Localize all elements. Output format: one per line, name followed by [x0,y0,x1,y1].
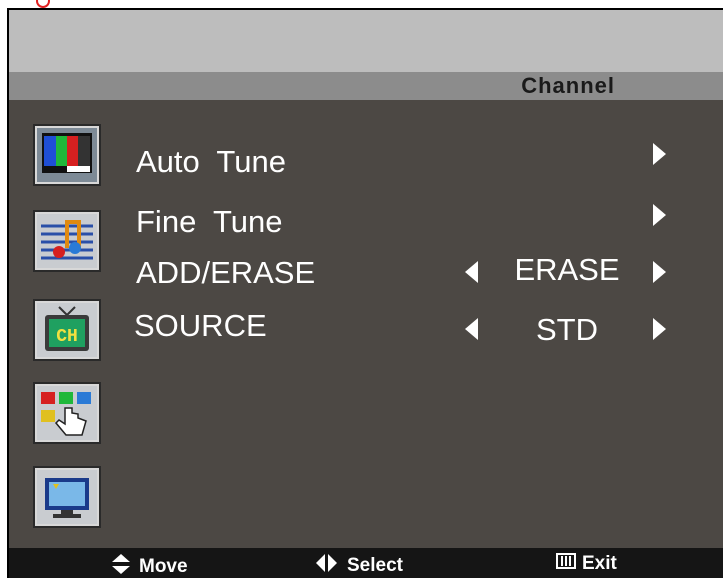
picture-icon[interactable] [33,124,101,186]
menu-title: Channel [521,73,615,98]
svg-text:CH: CH [56,327,78,347]
arrow-right-icon[interactable] [653,204,666,226]
move-hint: Move [111,553,188,578]
menu-button-icon [556,553,576,575]
menu-item-source[interactable]: SOURCE [134,308,267,344]
select-hint: Select [315,553,403,578]
select-label: Select [347,555,403,577]
corner-marker-icon [36,0,50,8]
osd-title-bar: Channel [9,72,723,100]
osd-footer: Move Select Exit [9,548,723,578]
move-label: Move [139,556,188,578]
arrow-right-icon[interactable] [653,143,666,165]
arrow-right-icon[interactable] [653,318,666,340]
screen-icon[interactable] [33,466,101,528]
up-down-arrows-icon [111,553,131,578]
function-icon[interactable] [33,382,101,444]
menu-item-fine-tune[interactable]: Fine Tune [136,204,282,240]
osd-menu-window: Channel CH Auto Tune Fine Tune ADD/ERASE… [7,8,723,578]
menu-item-add-erase[interactable]: ADD/ERASE [136,255,315,291]
left-right-arrows-icon [315,553,339,578]
arrow-left-icon[interactable] [465,261,478,283]
osd-top-band [9,10,723,72]
exit-label: Exit [582,553,617,575]
arrow-left-icon[interactable] [465,318,478,340]
source-value: STD [536,312,598,347]
exit-hint: Exit [556,553,617,575]
channel-icon[interactable]: CH [33,299,101,361]
sound-icon[interactable] [33,210,101,272]
menu-item-auto-tune[interactable]: Auto Tune [136,144,286,180]
add-erase-value: ERASE [514,252,620,287]
arrow-right-icon[interactable] [653,261,666,283]
